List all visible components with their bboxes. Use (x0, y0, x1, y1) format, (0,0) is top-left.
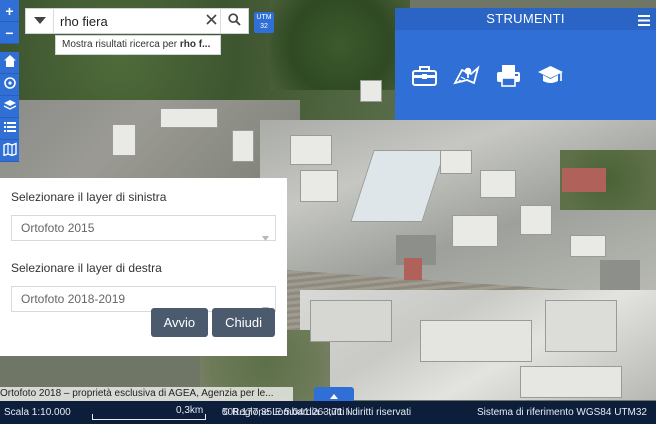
home-icon (3, 54, 17, 71)
close-button[interactable]: Chiudi (212, 308, 275, 337)
panel-spacer (11, 241, 276, 261)
tools-panel: STRUMENTI (395, 8, 656, 120)
chevron-down-icon (262, 225, 269, 241)
search-input[interactable] (54, 10, 202, 32)
tools-row (395, 30, 656, 89)
search-button[interactable] (220, 9, 248, 33)
tools-panel-title: STRUMENTI (486, 11, 565, 26)
layers-icon (3, 98, 17, 115)
map-building (420, 320, 532, 362)
zoom-out-button[interactable]: − (0, 22, 19, 44)
map-building (600, 260, 640, 290)
close-icon (205, 14, 217, 28)
hamburger-icon[interactable] (638, 12, 650, 26)
left-toolbar: + − (0, 0, 19, 162)
expand-bottom-panel-button[interactable] (314, 387, 354, 402)
left-layer-value: Ortofoto 2015 (21, 221, 95, 235)
search-mode-dropdown[interactable] (26, 9, 54, 33)
utm-badge[interactable]: UTM 32 (254, 12, 274, 33)
map-building (520, 366, 622, 398)
map-building (452, 215, 498, 247)
map-building (562, 168, 606, 192)
right-layer-label: Selezionare il layer di destra (11, 261, 162, 275)
tools-panel-header: STRUMENTI (395, 8, 656, 30)
clear-search-button[interactable] (202, 10, 220, 32)
legend-list-button[interactable] (0, 118, 19, 140)
map-ruler-icon (453, 65, 480, 92)
target-icon (3, 76, 17, 93)
map-building (232, 130, 254, 162)
print-button[interactable] (495, 62, 522, 89)
map-area-residential (0, 100, 300, 190)
map-building (112, 124, 136, 156)
right-layer-value: Ortofoto 2018-2019 (21, 292, 126, 306)
layer-panel-actions: Avvio Chiudi (150, 308, 275, 337)
search-suggestion[interactable]: Mostra risultati ricerca per rho f... (55, 35, 221, 55)
locate-button[interactable] (0, 74, 19, 96)
map-building (520, 205, 552, 235)
layers-button[interactable] (0, 96, 19, 118)
map-attribution: Ortofoto 2018 – proprietà esclusiva di A… (0, 387, 293, 401)
scale-text: Scala 1:10.000 (4, 407, 71, 418)
graduation-cap-icon (537, 66, 564, 92)
search-icon (228, 13, 241, 29)
home-button[interactable] (0, 52, 19, 74)
utm-badge-line1: UTM (256, 14, 272, 21)
caret-down-icon (33, 14, 46, 28)
toolbox-icon (411, 66, 438, 92)
map-building (545, 300, 617, 352)
map-building (404, 258, 422, 280)
measure-button[interactable] (453, 62, 480, 89)
chevron-down-icon (262, 296, 269, 312)
map-building (160, 108, 218, 128)
list-icon (3, 120, 17, 137)
printer-icon (495, 65, 522, 92)
map-building (310, 300, 392, 342)
start-button[interactable]: Avvio (150, 308, 209, 337)
chevron-up-icon (330, 388, 338, 402)
layer-compare-panel: Selezionare il layer di sinistra Ortofot… (0, 178, 287, 356)
guide-button[interactable] (537, 62, 564, 89)
map-building (360, 80, 382, 102)
map-building (300, 170, 338, 202)
search-box (25, 8, 249, 34)
map-icon (2, 142, 17, 159)
left-layer-label: Selezionare il layer di sinistra (11, 190, 167, 204)
map-building (440, 150, 472, 174)
search-suggestion-prefix: Mostra risultati ricerca per (62, 39, 180, 50)
map-area-woods (270, 0, 410, 90)
map-building (480, 170, 516, 198)
status-bar: Scala 1:10.000 0,3km 508.177,35 E 5.041.… (0, 401, 656, 424)
scale-bar-label: 0,3km (176, 405, 204, 416)
copyright-text: © Regione Lombardia - tutti i diritti ri… (222, 407, 412, 418)
left-layer-select[interactable]: Ortofoto 2015 (11, 215, 276, 241)
utm-badge-line2: 32 (260, 23, 268, 30)
crs-text: Sistema di riferimento WGS84 UTM32 (476, 407, 647, 418)
map-compare-button[interactable] (0, 140, 19, 162)
map-building (570, 235, 606, 257)
search-suggestion-query: rho f... (179, 39, 211, 50)
toolbox-button[interactable] (411, 62, 438, 89)
zoom-in-button[interactable]: + (0, 0, 19, 22)
map-building (290, 135, 332, 165)
